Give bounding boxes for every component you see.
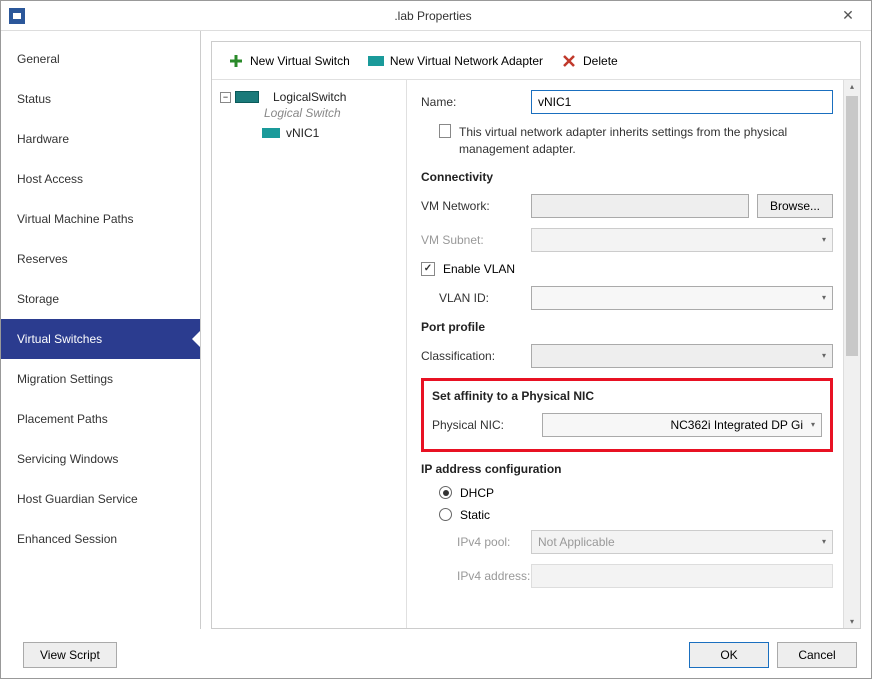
physical-nic-value: NC362i Integrated DP Gi	[670, 418, 803, 432]
sidebar-item-host-access[interactable]: Host Access	[1, 159, 200, 199]
sidebar-item-storage[interactable]: Storage	[1, 279, 200, 319]
sidebar-item-servicing[interactable]: Servicing Windows	[1, 439, 200, 479]
physical-nic-row: Physical NIC: NC362i Integrated DP Gi ▾	[432, 413, 822, 437]
name-label: Name:	[421, 95, 531, 109]
tree-switch-node[interactable]: − LogicalSwitch	[220, 88, 398, 106]
vm-subnet-label: VM Subnet:	[421, 233, 531, 247]
sidebar-item-general[interactable]: General	[1, 39, 200, 79]
classification-label: Classification:	[421, 349, 531, 363]
sidebar-item-placement[interactable]: Placement Paths	[1, 399, 200, 439]
delete-label: Delete	[583, 54, 618, 68]
port-profile-section: Port profile	[421, 320, 833, 334]
ipv4-pool-row: IPv4 pool: Not Applicable ▾	[421, 530, 833, 554]
ip-config-section: IP address configuration	[421, 462, 833, 476]
new-adapter-button[interactable]: New Virtual Network Adapter	[362, 50, 549, 72]
new-switch-button[interactable]: New Virtual Switch	[222, 50, 356, 72]
sidebar-item-reserves[interactable]: Reserves	[1, 239, 200, 279]
cancel-button[interactable]: Cancel	[777, 642, 857, 668]
dhcp-label: DHCP	[460, 486, 494, 500]
tree-switch-sub: Logical Switch	[220, 106, 398, 120]
vm-network-input[interactable]	[531, 194, 749, 218]
browse-button[interactable]: Browse...	[757, 194, 833, 218]
scrollbar[interactable]	[843, 80, 860, 628]
sidebar-item-migration[interactable]: Migration Settings	[1, 359, 200, 399]
name-row: Name:	[421, 90, 833, 114]
content-panel: New Virtual Switch New Virtual Network A…	[211, 41, 861, 629]
ipv4-pool-label: IPv4 pool:	[421, 535, 531, 549]
ipv4-addr-input	[531, 564, 833, 588]
new-switch-label: New Virtual Switch	[250, 54, 350, 68]
enable-vlan-checkbox[interactable]	[421, 262, 435, 276]
inherit-text: This virtual network adapter inherits se…	[459, 124, 833, 158]
close-icon[interactable]: ✕	[833, 7, 863, 24]
delete-button[interactable]: Delete	[555, 50, 624, 72]
sidebar-item-enhanced[interactable]: Enhanced Session	[1, 519, 200, 559]
tree-nic-label: vNIC1	[286, 126, 319, 140]
form-inner: Name: This virtual network adapter inher…	[407, 80, 843, 628]
static-row: Static	[421, 508, 833, 522]
static-radio[interactable]	[439, 508, 452, 521]
split-pane: − LogicalSwitch Logical Switch vNIC1	[212, 80, 860, 628]
classification-dropdown[interactable]: ▾	[531, 344, 833, 368]
titlebar: .lab Properties ✕	[1, 1, 871, 31]
enable-vlan-row: Enable VLAN	[421, 262, 833, 276]
ipv4-pool-value: Not Applicable	[538, 535, 615, 549]
ok-button[interactable]: OK	[689, 642, 769, 668]
chevron-down-icon: ▾	[822, 235, 826, 244]
affinity-section: Set affinity to a Physical NIC	[432, 389, 822, 403]
content: New Virtual Switch New Virtual Network A…	[201, 31, 871, 629]
affinity-highlight: Set affinity to a Physical NIC Physical …	[421, 378, 833, 452]
static-label: Static	[460, 508, 490, 522]
form-pane: Name: This virtual network adapter inher…	[407, 80, 860, 628]
sidebar-item-vm-paths[interactable]: Virtual Machine Paths	[1, 199, 200, 239]
sidebar-item-hardware[interactable]: Hardware	[1, 119, 200, 159]
collapse-icon[interactable]: −	[220, 92, 231, 103]
enable-vlan-label: Enable VLAN	[443, 262, 515, 276]
window-title: .lab Properties	[33, 9, 833, 23]
ipv4-addr-label: IPv4 address:	[421, 569, 531, 583]
main: General Status Hardware Host Access Virt…	[1, 31, 871, 629]
app-icon	[9, 8, 25, 24]
switch-icon	[235, 91, 259, 103]
vm-subnet-dropdown: ▾	[531, 228, 833, 252]
delete-icon	[561, 53, 577, 69]
name-input[interactable]	[531, 90, 833, 114]
plus-icon	[228, 53, 244, 69]
ipv4-addr-row: IPv4 address:	[421, 564, 833, 588]
dhcp-row: DHCP	[421, 486, 833, 500]
dhcp-radio[interactable]	[439, 486, 452, 499]
sidebar-item-hgs[interactable]: Host Guardian Service	[1, 479, 200, 519]
chevron-down-icon: ▾	[811, 420, 815, 429]
vlan-id-dropdown[interactable]: ▾	[531, 286, 833, 310]
chevron-down-icon: ▾	[822, 293, 826, 302]
tree: − LogicalSwitch Logical Switch vNIC1	[212, 80, 407, 628]
inherit-checkbox[interactable]	[439, 124, 451, 138]
sidebar-item-status[interactable]: Status	[1, 79, 200, 119]
ipv4-pool-dropdown: Not Applicable ▾	[531, 530, 833, 554]
toolbar: New Virtual Switch New Virtual Network A…	[212, 42, 860, 80]
nic-icon	[262, 128, 280, 138]
physical-nic-label: Physical NIC:	[432, 418, 542, 432]
footer: View Script OK Cancel	[1, 629, 871, 679]
vm-subnet-row: VM Subnet: ▾	[421, 228, 833, 252]
tree-switch-label: LogicalSwitch	[273, 90, 346, 104]
classification-row: Classification: ▾	[421, 344, 833, 368]
sidebar-item-virtual-switches[interactable]: Virtual Switches	[1, 319, 200, 359]
view-script-button[interactable]: View Script	[23, 642, 117, 668]
vlan-id-label: VLAN ID:	[421, 291, 531, 305]
sidebar: General Status Hardware Host Access Virt…	[1, 31, 201, 629]
scroll-thumb[interactable]	[846, 96, 858, 356]
connectivity-section: Connectivity	[421, 170, 833, 184]
inherit-row: This virtual network adapter inherits se…	[421, 124, 833, 158]
new-adapter-label: New Virtual Network Adapter	[390, 54, 543, 68]
chevron-down-icon: ▾	[822, 537, 826, 546]
adapter-icon	[368, 53, 384, 69]
vlan-id-row: VLAN ID: ▾	[421, 286, 833, 310]
tree-nic-node[interactable]: vNIC1	[220, 126, 398, 140]
vm-network-row: VM Network: Browse...	[421, 194, 833, 218]
vm-network-label: VM Network:	[421, 199, 531, 213]
physical-nic-dropdown[interactable]: NC362i Integrated DP Gi ▾	[542, 413, 822, 437]
chevron-down-icon: ▾	[822, 351, 826, 360]
